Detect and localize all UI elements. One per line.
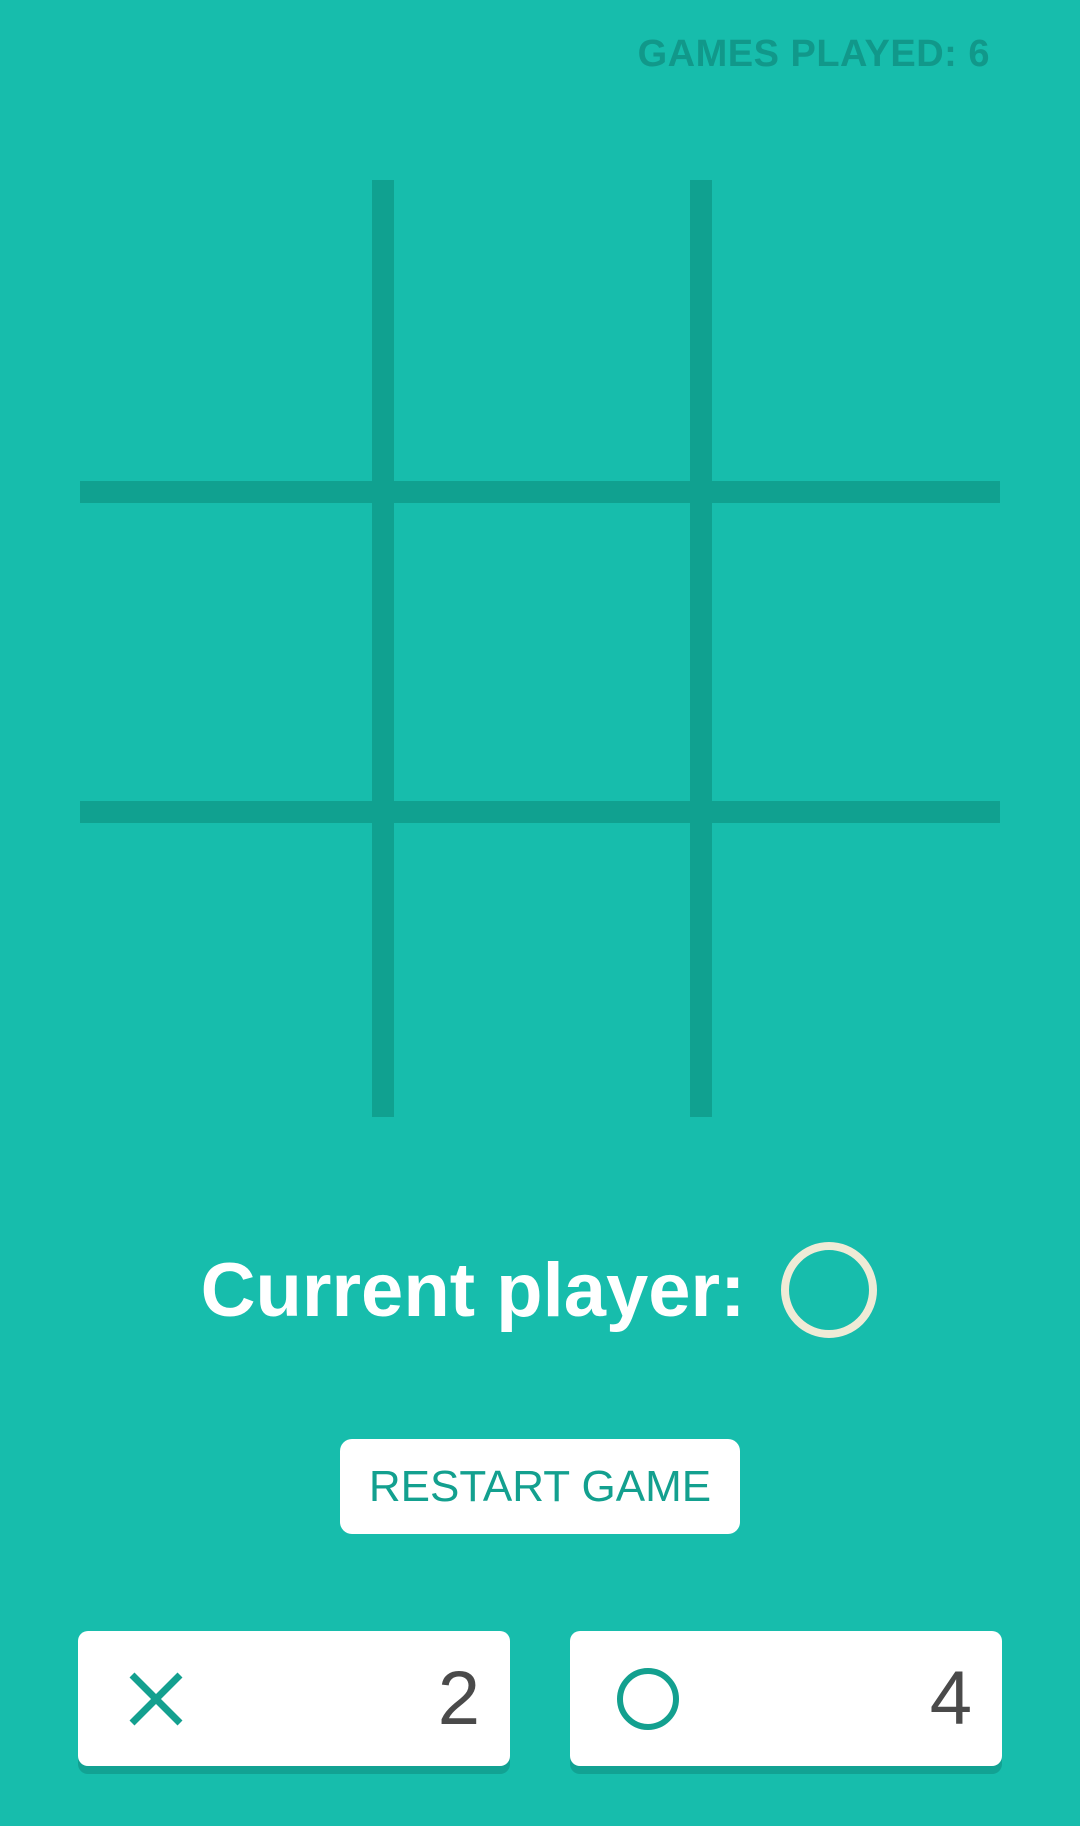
circle-icon (779, 1240, 879, 1340)
current-player-label: Current player: (200, 1247, 746, 1333)
board-cell-4[interactable] (80, 503, 372, 801)
game-board (80, 180, 1000, 1117)
current-player-indicator: Current player: (0, 1240, 1080, 1340)
circle-icon (616, 1667, 680, 1731)
board-cell-6[interactable] (712, 503, 1000, 801)
grid-line (690, 180, 712, 1117)
board-cell-7[interactable] (80, 823, 372, 1117)
board-cell-1[interactable] (80, 180, 372, 481)
score-value-o: 4 (929, 1656, 972, 1741)
restart-game-button[interactable]: RESTART GAME (340, 1439, 740, 1534)
board-cell-3[interactable] (712, 180, 1000, 481)
board-cell-9[interactable] (712, 823, 1000, 1117)
score-card-x: 2 (78, 1631, 510, 1766)
games-played-counter: GAMES PLAYED: 6 (637, 33, 990, 75)
score-card-o: 4 (570, 1631, 1002, 1766)
grid-line (80, 801, 1000, 823)
cross-icon (124, 1667, 188, 1731)
board-cell-5[interactable] (394, 503, 690, 801)
grid-line (372, 180, 394, 1117)
grid-line (80, 481, 1000, 503)
board-cell-2[interactable] (394, 180, 690, 481)
score-value-x: 2 (437, 1656, 480, 1741)
board-cell-8[interactable] (394, 823, 690, 1117)
